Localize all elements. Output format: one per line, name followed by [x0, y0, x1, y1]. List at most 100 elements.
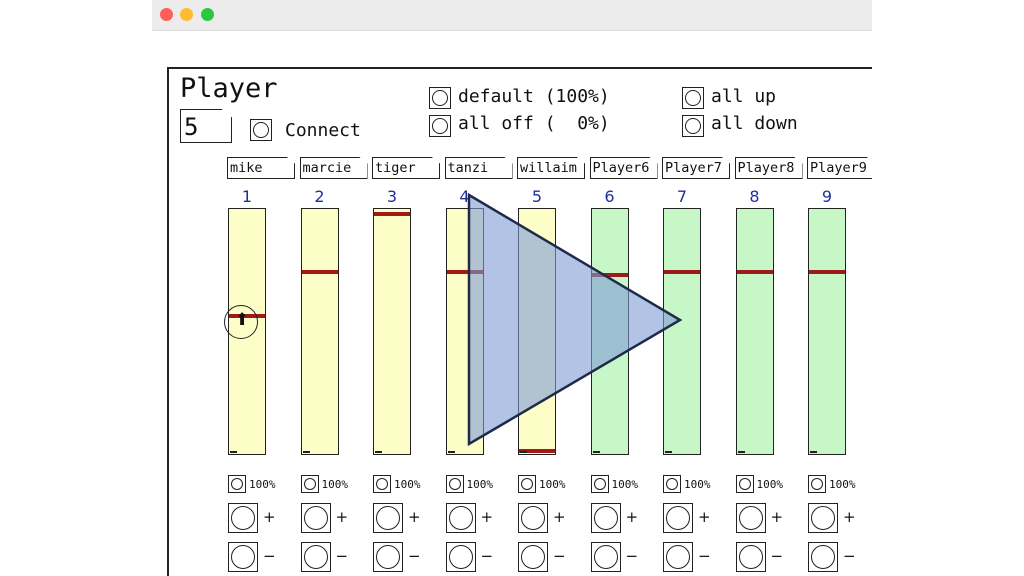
channel-plus-label: + — [480, 508, 494, 526]
channel-plus-bang[interactable] — [373, 503, 403, 533]
slider-knob[interactable] — [591, 272, 628, 277]
channel-plus-bang[interactable] — [808, 503, 838, 533]
all-down-bang[interactable] — [682, 115, 704, 137]
channel-100pct-bang[interactable] — [300, 475, 319, 493]
channel-volume-slider[interactable] — [735, 208, 774, 455]
channel-plus-bang[interactable] — [735, 503, 766, 533]
all-up-label: all up — [711, 86, 777, 107]
slider-knob[interactable] — [736, 270, 773, 275]
channel-number: 1 — [241, 187, 253, 206]
channel-minus-bang[interactable] — [373, 542, 403, 572]
channel-name-box[interactable]: Player8 — [734, 157, 803, 179]
channel-minus-label: − — [843, 547, 856, 565]
slider-base-mark — [520, 451, 527, 453]
channel-100pct-bang[interactable] — [808, 475, 826, 493]
channel-number: 8 — [749, 187, 760, 206]
channel-plus-bang[interactable] — [663, 503, 693, 533]
slider-base-mark — [810, 451, 817, 453]
channel-number: 3 — [386, 187, 398, 206]
channel-minus-label: − — [770, 547, 784, 565]
slider-knob[interactable] — [809, 270, 845, 275]
slider-base-mark — [737, 451, 745, 453]
channel-volume-slider[interactable] — [808, 208, 846, 455]
channel-number: 9 — [821, 187, 833, 206]
channel-100pct-bang[interactable] — [373, 475, 391, 493]
channel-100pct-bang[interactable] — [735, 475, 754, 493]
slider-base-mark — [592, 451, 600, 453]
slider-base-mark — [302, 451, 310, 453]
channel-minus-bang[interactable] — [228, 542, 258, 572]
default-label: default (100%) — [458, 86, 610, 107]
channel-100pct-bang[interactable] — [228, 475, 246, 493]
channel-100pct-label: 100% — [321, 478, 349, 491]
channel-100pct-label: 100% — [829, 478, 856, 491]
channel-name-box[interactable]: Player6 — [589, 157, 658, 179]
channel-plus-label: + — [335, 508, 349, 526]
channel-100pct-bang[interactable] — [590, 475, 609, 493]
channel-plus-label: + — [263, 508, 276, 526]
slider-base-mark — [665, 451, 672, 453]
all-off-label: all off ( 0%) — [458, 113, 610, 134]
window-titlebar — [152, 0, 872, 31]
channel-volume-slider[interactable] — [518, 208, 556, 455]
channel-minus-label: − — [625, 547, 639, 565]
channel-minus-label: − — [480, 547, 494, 565]
channel-minus-bang[interactable] — [663, 542, 693, 572]
channel-100pct-label: 100% — [611, 478, 639, 491]
channel-plus-bang[interactable] — [590, 503, 621, 533]
channel-name-box[interactable]: tanzi — [444, 157, 513, 179]
channel-volume-slider[interactable] — [445, 208, 484, 455]
channel-plus-label: + — [698, 508, 711, 526]
channel-name-box[interactable]: Player7 — [662, 157, 730, 179]
slider-base-mark — [230, 451, 237, 453]
slider-base-mark — [375, 451, 382, 453]
channel-volume-slider[interactable] — [300, 208, 339, 455]
slider-base-mark — [447, 451, 455, 453]
channel-number: 4 — [459, 187, 470, 206]
channel-name-box[interactable]: marcie — [299, 157, 368, 179]
zoom-window-button[interactable] — [201, 8, 214, 21]
patch-title: Player — [180, 73, 278, 104]
all-up-bang[interactable] — [682, 87, 704, 109]
channel-number: 6 — [604, 187, 615, 206]
channel-name-box[interactable]: willaim — [517, 157, 585, 179]
channel-plus-bang[interactable] — [228, 503, 258, 533]
channel-100pct-bang[interactable] — [663, 475, 681, 493]
slider-knob[interactable] — [446, 270, 483, 275]
channel-minus-bang[interactable] — [445, 542, 476, 572]
minimize-window-button[interactable] — [180, 8, 193, 21]
slider-knob[interactable] — [374, 212, 410, 217]
channel-name-box[interactable]: mike — [227, 157, 295, 179]
channel-volume-slider[interactable] — [590, 208, 629, 455]
channel-name-box[interactable]: tiger — [372, 157, 440, 179]
default-bang[interactable] — [429, 87, 451, 109]
channel-plus-bang[interactable] — [518, 503, 548, 533]
channel-minus-label: − — [408, 547, 421, 565]
channel-minus-bang[interactable] — [518, 542, 548, 572]
close-window-button[interactable] — [160, 8, 173, 21]
channel-100pct-label: 100% — [466, 478, 494, 491]
player-number-box[interactable]: 5 — [180, 109, 232, 143]
channel-volume-slider[interactable] — [373, 208, 411, 455]
channel-plus-label: + — [553, 508, 566, 526]
channel-minus-bang[interactable] — [808, 542, 838, 572]
channel-volume-slider[interactable] — [663, 208, 701, 455]
channel-100pct-bang[interactable] — [518, 475, 536, 493]
channel-minus-bang[interactable] — [735, 542, 766, 572]
connect-bang[interactable] — [250, 119, 272, 141]
channel-name-box[interactable]: Player9 — [807, 157, 872, 179]
channel-plus-label: + — [625, 508, 639, 526]
channel-100pct-bang[interactable] — [445, 475, 464, 493]
channel-minus-bang[interactable] — [300, 542, 331, 572]
slider-knob[interactable] — [301, 270, 338, 275]
channel-100pct-label: 100% — [539, 478, 566, 491]
channel-plus-bang[interactable] — [445, 503, 476, 533]
channel-100pct-label: 100% — [684, 478, 711, 491]
channel-minus-label: − — [553, 547, 566, 565]
channel-minus-label: − — [263, 547, 276, 565]
slider-knob[interactable] — [664, 270, 700, 275]
channel-minus-label: − — [698, 547, 711, 565]
channel-minus-bang[interactable] — [590, 542, 621, 572]
channel-plus-bang[interactable] — [300, 503, 331, 533]
all-off-bang[interactable] — [429, 115, 451, 137]
